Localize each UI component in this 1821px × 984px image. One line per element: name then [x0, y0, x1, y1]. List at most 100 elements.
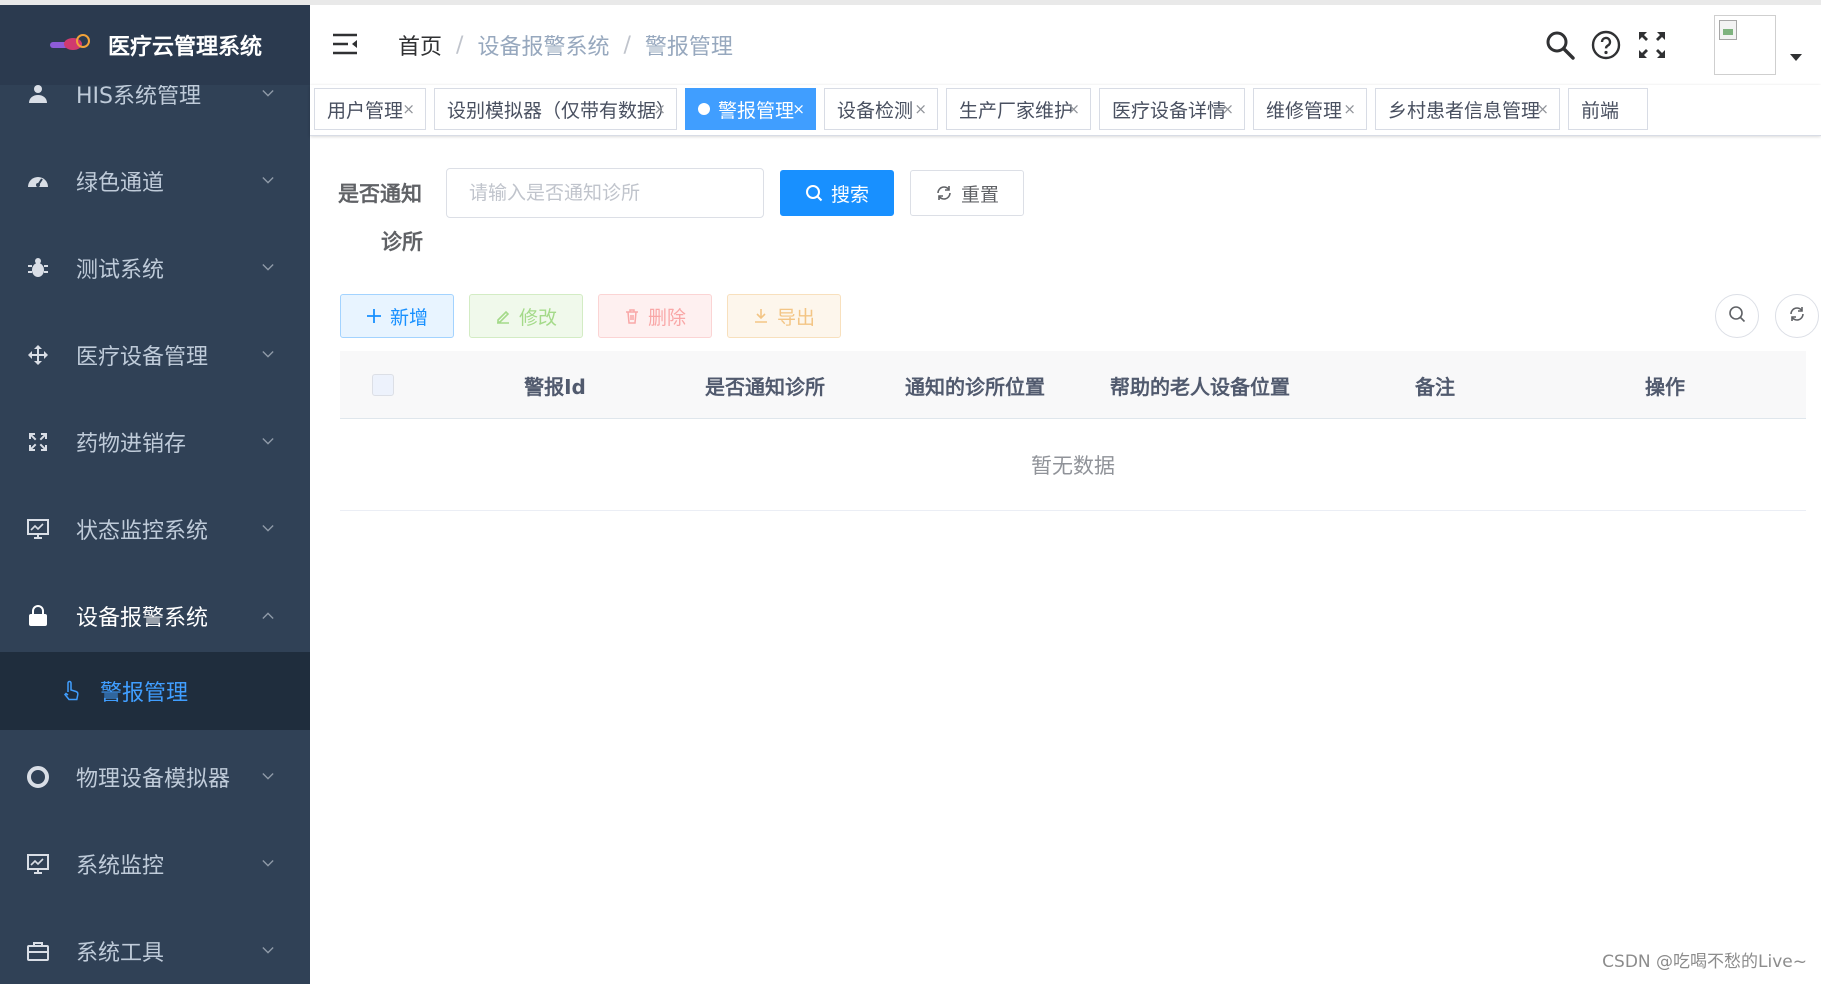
sidebar-logo[interactable]: 医疗云管理系统: [0, 5, 310, 85]
column-remark: 备注: [1415, 374, 1455, 399]
toggle-search-button[interactable]: [1715, 294, 1759, 338]
top-border: [0, 0, 1821, 5]
tag-label: 设备检测: [837, 99, 914, 122]
close-icon[interactable]: ×: [1221, 100, 1234, 118]
sidebar-item-status-monitor[interactable]: 状态监控系统: [0, 485, 310, 572]
column-clinic-location: 通知的诊所位置: [905, 374, 1045, 399]
refresh-icon: [935, 184, 953, 202]
search-icon: [1728, 305, 1746, 327]
breadcrumb-device-alarm: 设备报警系统: [477, 35, 610, 60]
finger-pointer-icon: [60, 680, 82, 702]
sidebar-item-system-tools[interactable]: 系统工具: [0, 907, 310, 984]
sidebar-item-label: 状态监控系统: [76, 518, 209, 544]
peoples-icon: [26, 82, 50, 106]
tag-user-management[interactable]: 用户管理 ×: [314, 88, 426, 130]
close-icon[interactable]: ×: [914, 100, 927, 118]
move-arrows-icon: [26, 343, 50, 367]
tag-device-detection[interactable]: 设备检测 ×: [824, 88, 938, 130]
tag-rural-patients[interactable]: 乡村患者信息管理 ×: [1375, 88, 1560, 130]
refresh-table-button[interactable]: [1775, 294, 1819, 338]
sidebar-item-label: 设备报警系统: [76, 605, 209, 631]
sidebar-item-label: 系统监控: [76, 853, 165, 879]
chevron-down-icon: [262, 945, 274, 957]
tag-label: 设别模拟器（仅带有数据）: [447, 99, 676, 122]
chevron-down-icon: [262, 436, 274, 448]
sidebar-item-label: 物理设备模拟器: [76, 766, 231, 792]
select-all-checkbox[interactable]: [372, 374, 394, 396]
close-icon[interactable]: ×: [402, 100, 415, 118]
notify-clinic-input[interactable]: [446, 168, 764, 218]
reset-button-label: 重置: [960, 183, 999, 206]
reset-button[interactable]: 重置: [910, 170, 1024, 216]
sidebar-item-device-alarm[interactable]: 设备报警系统: [0, 572, 310, 659]
breadcrumb-home[interactable]: 首页: [398, 29, 442, 61]
chevron-down-icon: [262, 858, 274, 870]
refresh-icon: [1788, 305, 1806, 327]
monitor-icon: [26, 852, 50, 876]
fullscreen-corners-icon: [26, 430, 50, 454]
breadcrumb-alarm-management: 警报管理: [644, 35, 733, 60]
sidebar-item-label: 系统工具: [76, 940, 165, 966]
fullscreen-icon[interactable]: [1636, 29, 1668, 61]
watermark: CSDN @吃喝不愁的Live~: [1602, 952, 1807, 972]
sidebar-item-system-monitor[interactable]: 系统监控: [0, 820, 310, 907]
sidebar-subitem-alarm-management[interactable]: 警报管理: [0, 652, 310, 730]
breadcrumb-separator: /: [456, 32, 464, 58]
chevron-down-icon: [262, 175, 274, 187]
search-button[interactable]: 搜索: [780, 170, 894, 216]
question-icon[interactable]: [1590, 29, 1622, 61]
sidebar-item-label: 医疗设备管理: [76, 344, 209, 370]
plus-icon: [366, 308, 382, 324]
lock-icon: [26, 604, 50, 628]
close-icon[interactable]: ×: [1343, 100, 1356, 118]
close-icon[interactable]: ×: [1067, 100, 1080, 118]
delete-button[interactable]: 删除: [598, 294, 712, 338]
edit-button-label: 修改: [518, 306, 557, 329]
tags-view: 用户管理 × 设别模拟器（仅带有数据） × 警报管理 × 设备检测 × 生产厂家…: [310, 85, 1821, 136]
broken-image-icon: [1719, 20, 1737, 40]
close-icon[interactable]: ×: [653, 100, 666, 118]
sidebar: HIS系统管理 绿色通道 测试系统 医疗设备管理 药物进销存 状态监控系统 设备…: [0, 5, 310, 984]
sidebar-item-physical-simulator[interactable]: 物理设备模拟器: [0, 733, 310, 820]
breadcrumb: 首页 / 设备报警系统 / 警报管理: [398, 29, 733, 61]
sidebar-item-green-channel[interactable]: 绿色通道: [0, 137, 310, 224]
tag-device-simulator[interactable]: 设别模拟器（仅带有数据） ×: [434, 88, 677, 130]
export-button[interactable]: 导出: [727, 294, 841, 338]
download-icon: [753, 308, 769, 324]
table-header: 警报Id 是否通知诊所 通知的诊所位置 帮助的老人设备位置 备注 操作: [340, 351, 1806, 419]
alarm-table: 警报Id 是否通知诊所 通知的诊所位置 帮助的老人设备位置 备注 操作 暂无数据: [340, 351, 1806, 511]
add-button[interactable]: 新增: [340, 294, 454, 338]
sidebar-item-label: 测试系统: [76, 257, 165, 283]
main-content: 是否通知 诊所 搜索 重置 新增 修改 删除 导出 警报Id 是否通知诊所 通知…: [310, 136, 1821, 984]
sidebar-item-drug-inventory[interactable]: 药物进销存: [0, 398, 310, 485]
tag-alarm-management[interactable]: 警报管理 ×: [685, 88, 816, 130]
caret-down-icon[interactable]: [1790, 54, 1802, 61]
tag-label: 乡村患者信息管理: [1388, 99, 1541, 122]
tag-device-details[interactable]: 医疗设备详情 ×: [1099, 88, 1245, 130]
tag-label: 维修管理: [1266, 99, 1343, 122]
search-icon[interactable]: [1544, 29, 1576, 61]
tag-frontend[interactable]: 前端: [1568, 88, 1648, 130]
app-logo-icon: [50, 34, 92, 56]
edit-icon: [495, 308, 511, 324]
close-icon[interactable]: ×: [792, 100, 805, 118]
tag-manufacturer[interactable]: 生产厂家维护 ×: [946, 88, 1091, 130]
edit-button[interactable]: 修改: [469, 294, 583, 338]
chevron-up-icon: [262, 610, 274, 622]
tag-maintenance[interactable]: 维修管理 ×: [1253, 88, 1367, 130]
lifebuoy-icon: [26, 765, 50, 789]
tag-label: 用户管理: [327, 99, 404, 122]
table-empty-text: 暂无数据: [340, 419, 1806, 511]
hamburger-icon[interactable]: [332, 32, 358, 56]
bug-icon: [26, 256, 50, 280]
sidebar-item-test-system[interactable]: 测试系统: [0, 224, 310, 311]
avatar[interactable]: [1714, 15, 1776, 75]
column-elder-device-location: 帮助的老人设备位置: [1110, 374, 1290, 399]
tag-label: 医疗设备详情: [1112, 99, 1227, 122]
sidebar-item-medical-device[interactable]: 医疗设备管理: [0, 311, 310, 398]
add-button-label: 新增: [389, 306, 428, 329]
dashboard-icon: [26, 169, 50, 193]
column-actions: 操作: [1645, 374, 1685, 399]
close-icon[interactable]: ×: [1536, 100, 1549, 118]
chevron-down-icon: [262, 349, 274, 361]
